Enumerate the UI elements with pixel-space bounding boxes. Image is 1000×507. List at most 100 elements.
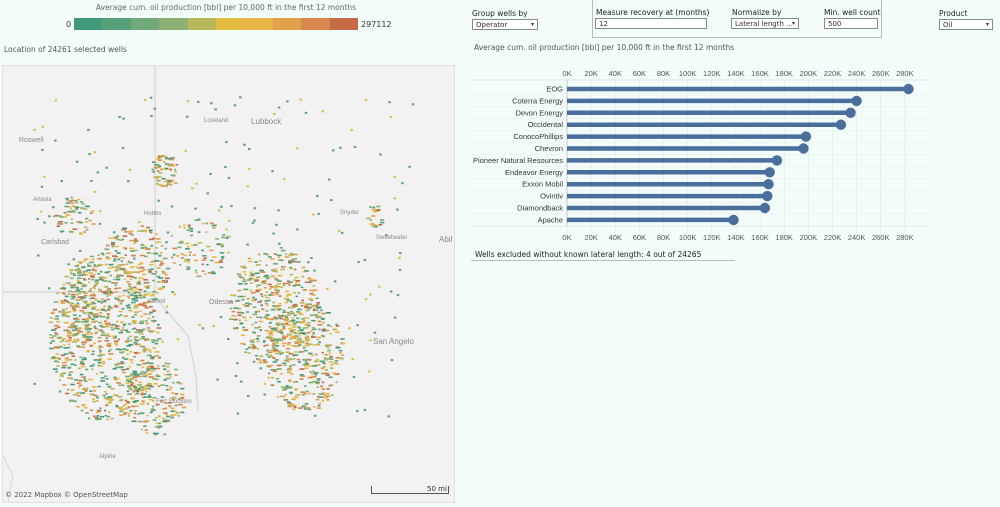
well-mark[interactable] — [321, 381, 325, 384]
well-mark[interactable] — [269, 285, 273, 288]
well-mark[interactable] — [49, 334, 52, 336]
well-mark[interactable] — [59, 340, 63, 343]
well-mark[interactable] — [90, 294, 94, 296]
well-mark[interactable] — [146, 281, 150, 284]
well-mark[interactable] — [286, 100, 289, 103]
well-mark[interactable] — [149, 311, 154, 314]
well-mark[interactable] — [290, 267, 294, 270]
well-mark[interactable] — [320, 387, 324, 390]
lollipop-head[interactable] — [764, 167, 775, 178]
well-mark[interactable] — [306, 322, 311, 324]
well-mark[interactable] — [209, 222, 214, 225]
well-mark[interactable] — [63, 212, 67, 214]
well-mark[interactable] — [153, 252, 159, 255]
well-mark[interactable] — [324, 354, 329, 356]
well-mark[interactable] — [97, 321, 102, 324]
well-mark[interactable] — [146, 327, 151, 329]
legend-color-step[interactable] — [102, 18, 131, 30]
well-mark[interactable] — [300, 286, 304, 289]
well-mark[interactable] — [71, 302, 74, 305]
well-mark[interactable] — [103, 276, 108, 279]
well-mark[interactable] — [205, 222, 208, 225]
well-mark[interactable] — [84, 221, 89, 223]
well-mark[interactable] — [117, 266, 122, 269]
well-mark[interactable] — [149, 231, 152, 233]
well-mark[interactable] — [125, 305, 130, 307]
well-mark[interactable] — [287, 254, 291, 257]
well-mark[interactable] — [180, 393, 183, 396]
well-mark[interactable] — [160, 185, 166, 187]
well-mark[interactable] — [43, 221, 46, 224]
well-mark[interactable] — [149, 305, 153, 308]
well-mark[interactable] — [296, 317, 300, 320]
well-mark[interactable] — [284, 318, 288, 320]
well-mark[interactable] — [266, 304, 269, 306]
well-mark[interactable] — [316, 407, 321, 409]
well-mark[interactable] — [116, 382, 122, 384]
well-mark[interactable] — [238, 319, 241, 321]
well-mark[interactable] — [189, 228, 194, 230]
well-mark[interactable] — [117, 315, 120, 317]
well-mark[interactable] — [77, 346, 81, 348]
well-mark[interactable] — [67, 206, 71, 208]
well-mark[interactable] — [74, 359, 77, 361]
well-mark[interactable] — [198, 324, 201, 326]
well-mark[interactable] — [270, 384, 275, 386]
well-mark[interactable] — [169, 386, 173, 389]
well-mark[interactable] — [60, 354, 65, 357]
well-mark[interactable] — [105, 322, 111, 325]
well-mark[interactable] — [244, 329, 249, 331]
well-mark[interactable] — [122, 371, 126, 374]
well-mark[interactable] — [88, 281, 91, 283]
well-mark[interactable] — [90, 317, 93, 320]
well-mark[interactable] — [133, 412, 136, 415]
well-mark[interactable] — [251, 348, 255, 350]
well-mark[interactable] — [120, 260, 123, 263]
well-mark[interactable] — [219, 252, 225, 254]
well-mark[interactable] — [142, 375, 146, 377]
well-mark[interactable] — [40, 185, 44, 188]
well-mark[interactable] — [96, 373, 98, 375]
well-mark[interactable] — [313, 406, 316, 408]
well-mark[interactable] — [243, 343, 246, 346]
well-mark[interactable] — [180, 257, 184, 259]
well-mark[interactable] — [272, 357, 276, 359]
well-mark[interactable] — [107, 396, 113, 398]
well-mark[interactable] — [143, 387, 147, 389]
well-mark[interactable] — [320, 309, 323, 312]
well-mark[interactable] — [143, 425, 147, 427]
well-mark[interactable] — [269, 354, 273, 356]
well-mark[interactable] — [163, 281, 168, 283]
well-mark[interactable] — [264, 294, 267, 297]
well-mark[interactable] — [58, 221, 63, 223]
well-mark[interactable] — [62, 372, 66, 375]
well-mark[interactable] — [305, 335, 310, 338]
well-mark[interactable] — [73, 314, 77, 316]
well-mark[interactable] — [36, 218, 39, 220]
well-mark[interactable] — [108, 348, 113, 351]
well-mark[interactable] — [229, 307, 233, 310]
well-mark[interactable] — [71, 323, 75, 325]
well-mark[interactable] — [84, 302, 88, 304]
well-mark[interactable] — [71, 329, 76, 332]
well-mark[interactable] — [96, 171, 100, 174]
well-mark[interactable] — [292, 291, 297, 294]
well-mark[interactable] — [67, 346, 71, 349]
well-mark[interactable] — [291, 317, 294, 319]
product-dropdown[interactable]: Oil ▾ — [939, 19, 993, 30]
well-mark[interactable] — [163, 180, 167, 183]
well-mark[interactable] — [292, 364, 296, 366]
well-mark[interactable] — [152, 419, 157, 421]
well-mark[interactable] — [140, 389, 143, 392]
well-mark[interactable] — [265, 314, 270, 316]
well-mark[interactable] — [114, 269, 118, 272]
normalize-dropdown[interactable]: Lateral length ... ▾ — [731, 18, 799, 29]
well-mark[interactable] — [373, 211, 377, 213]
well-mark[interactable] — [122, 299, 125, 302]
well-mark[interactable] — [130, 384, 133, 386]
well-mark[interactable] — [193, 244, 198, 246]
well-mark[interactable] — [163, 160, 166, 163]
well-mark[interactable] — [310, 257, 313, 259]
well-mark[interactable] — [78, 379, 83, 382]
well-mark[interactable] — [130, 405, 136, 408]
